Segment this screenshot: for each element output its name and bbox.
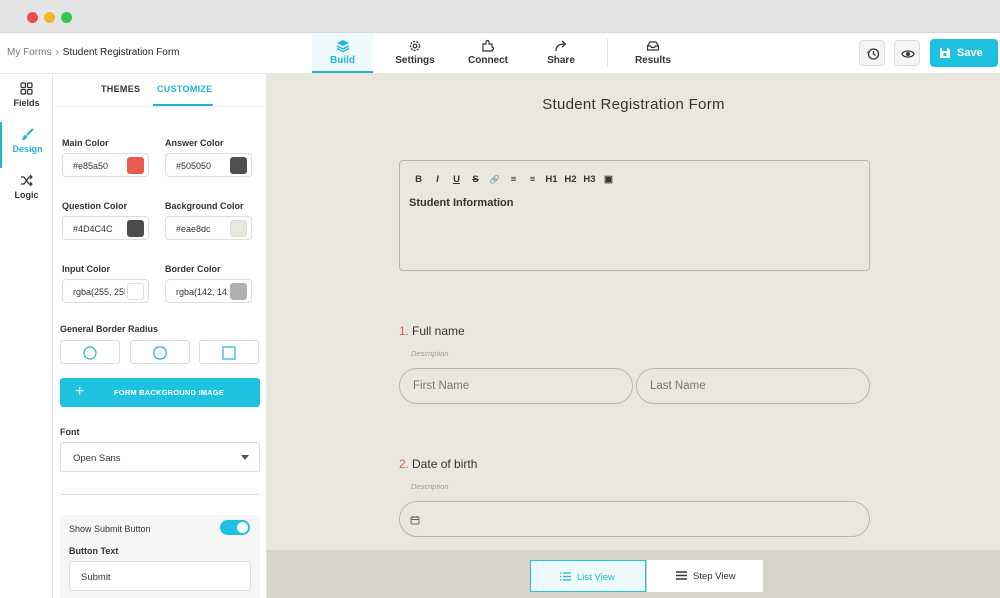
question-2-description[interactable]: Description xyxy=(411,482,449,491)
button-text-label: Button Text xyxy=(69,546,119,556)
shuffle-icon xyxy=(21,174,33,187)
history-button[interactable] xyxy=(859,40,885,66)
floppy-disk-icon xyxy=(940,48,950,58)
nav-divider xyxy=(607,39,608,67)
preview-button[interactable] xyxy=(894,40,920,66)
background-color-label: Background Color xyxy=(165,201,244,211)
view-switcher-bar: List View Step View xyxy=(267,550,1000,598)
grid-icon xyxy=(20,82,33,95)
rich-text-block[interactable]: B I U S 🔗 ≡ ≡ H1 H2 H3 ▣ Student Informa… xyxy=(399,160,870,271)
heading2-button[interactable]: H2 xyxy=(564,174,577,185)
inbox-icon xyxy=(646,41,660,51)
minimize-window-button[interactable] xyxy=(44,12,55,23)
background-color-swatch[interactable] xyxy=(230,220,247,237)
border-radius-label: General Border Radius xyxy=(60,324,159,334)
rail-item-fields[interactable]: Fields xyxy=(0,76,53,122)
answer-color-swatch[interactable] xyxy=(230,157,247,174)
border-color-label: Border Color xyxy=(165,264,221,274)
image-icon[interactable]: ▣ xyxy=(602,174,615,185)
border-color-swatch[interactable] xyxy=(230,283,247,300)
rounded-square-icon xyxy=(153,346,167,360)
maximize-window-button[interactable] xyxy=(61,12,72,23)
font-label: Font xyxy=(60,427,80,437)
question-1-label[interactable]: 1. Full name xyxy=(399,324,465,338)
question-2-label[interactable]: 2. Date of birth xyxy=(399,457,477,471)
calendar-icon xyxy=(410,516,420,525)
brush-icon xyxy=(22,128,34,140)
submit-button-settings: Show Submit Button Button Text Submit xyxy=(60,515,260,598)
list-view-button[interactable]: List View xyxy=(530,560,646,592)
input-color-field[interactable]: rgba(255, 255, 255, 1) xyxy=(62,279,149,303)
layers-icon xyxy=(336,40,349,53)
question-1-description[interactable]: Description xyxy=(411,349,449,358)
window-titlebar xyxy=(0,0,1000,33)
radius-option-round[interactable] xyxy=(60,340,120,364)
main-color-swatch[interactable] xyxy=(127,157,144,174)
question-color-field[interactable]: #4D4C4C xyxy=(62,216,149,240)
tab-customize[interactable]: CUSTOMIZE xyxy=(157,84,213,94)
question-color-label: Question Color xyxy=(62,201,127,211)
save-button[interactable]: Save xyxy=(930,39,998,67)
rte-content[interactable]: Student Information xyxy=(409,197,514,209)
share-arrow-icon xyxy=(555,40,567,52)
top-bar: My Forms › Student Registration Form Build… xyxy=(0,33,1000,74)
form-canvas: Student Registration Form B I U S 🔗 ≡ ≡ … xyxy=(267,74,1000,598)
square-icon xyxy=(222,346,236,360)
strikethrough-button[interactable]: S xyxy=(469,174,482,185)
plus-icon: + xyxy=(75,383,85,400)
breadcrumb-current: Student Registration Form xyxy=(62,47,180,58)
ordered-list-icon[interactable]: ≡ xyxy=(507,174,520,185)
main-color-label: Main Color xyxy=(62,138,109,148)
input-color-swatch[interactable] xyxy=(127,283,144,300)
italic-button[interactable]: I xyxy=(431,174,444,185)
border-color-field[interactable]: rgba(142, 142, 142, 0.7) xyxy=(165,279,252,303)
form-background-image-button[interactable]: + FORM BACKGROUND IMAGE xyxy=(60,378,260,407)
tab-connect[interactable]: Connect xyxy=(458,33,518,73)
show-submit-toggle[interactable] xyxy=(220,520,250,535)
button-text-input[interactable]: Submit xyxy=(69,561,251,591)
show-submit-label: Show Submit Button xyxy=(69,524,151,534)
background-color-field[interactable]: #eae8dc xyxy=(165,216,252,240)
tab-settings[interactable]: Settings xyxy=(385,33,445,73)
circle-icon xyxy=(83,346,97,360)
steps-icon xyxy=(676,571,687,580)
rail-item-design[interactable]: Design xyxy=(0,122,53,168)
answer-color-field[interactable]: #505050 xyxy=(165,153,252,177)
date-of-birth-input[interactable] xyxy=(399,501,870,537)
tab-themes[interactable]: THEMES xyxy=(101,84,140,94)
rte-toolbar: B I U S 🔗 ≡ ≡ H1 H2 H3 ▣ xyxy=(412,172,615,186)
left-rail: Fields Design Logic xyxy=(0,74,53,598)
form-title[interactable]: Student Registration Form xyxy=(267,96,1000,113)
tab-share[interactable]: Share xyxy=(531,33,591,73)
bullet-list-icon[interactable]: ≡ xyxy=(526,174,539,185)
first-name-input[interactable]: First Name xyxy=(399,368,633,404)
link-icon[interactable]: 🔗 xyxy=(488,175,501,184)
heading3-button[interactable]: H3 xyxy=(583,174,596,185)
radius-option-medium[interactable] xyxy=(130,340,190,364)
step-view-button[interactable]: Step View xyxy=(647,560,763,592)
main-color-field[interactable]: #e85a50 xyxy=(62,153,149,177)
input-color-label: Input Color xyxy=(62,264,110,274)
tab-results[interactable]: Results xyxy=(623,33,683,73)
eye-icon xyxy=(901,50,915,58)
breadcrumb: My Forms › Student Registration Form xyxy=(7,47,180,58)
tab-build[interactable]: Build xyxy=(312,33,373,73)
answer-color-label: Answer Color xyxy=(165,138,224,148)
underline-button[interactable]: U xyxy=(450,174,463,185)
question-color-swatch[interactable] xyxy=(127,220,144,237)
heading1-button[interactable]: H1 xyxy=(545,174,558,185)
history-icon xyxy=(867,48,880,60)
list-icon xyxy=(560,572,571,581)
gear-icon xyxy=(409,40,421,52)
caret-down-icon xyxy=(241,455,249,460)
customize-panel: THEMES CUSTOMIZE Main Color #e85a50 Answ… xyxy=(53,74,267,598)
breadcrumb-my-forms[interactable]: My Forms xyxy=(7,47,51,58)
last-name-input[interactable]: Last Name xyxy=(636,368,870,404)
rail-item-logic[interactable]: Logic xyxy=(0,168,53,214)
bold-button[interactable]: B xyxy=(412,174,425,185)
close-window-button[interactable] xyxy=(27,12,38,23)
font-select[interactable]: Open Sans xyxy=(60,442,260,472)
puzzle-icon xyxy=(482,39,495,52)
radius-option-square[interactable] xyxy=(199,340,259,364)
